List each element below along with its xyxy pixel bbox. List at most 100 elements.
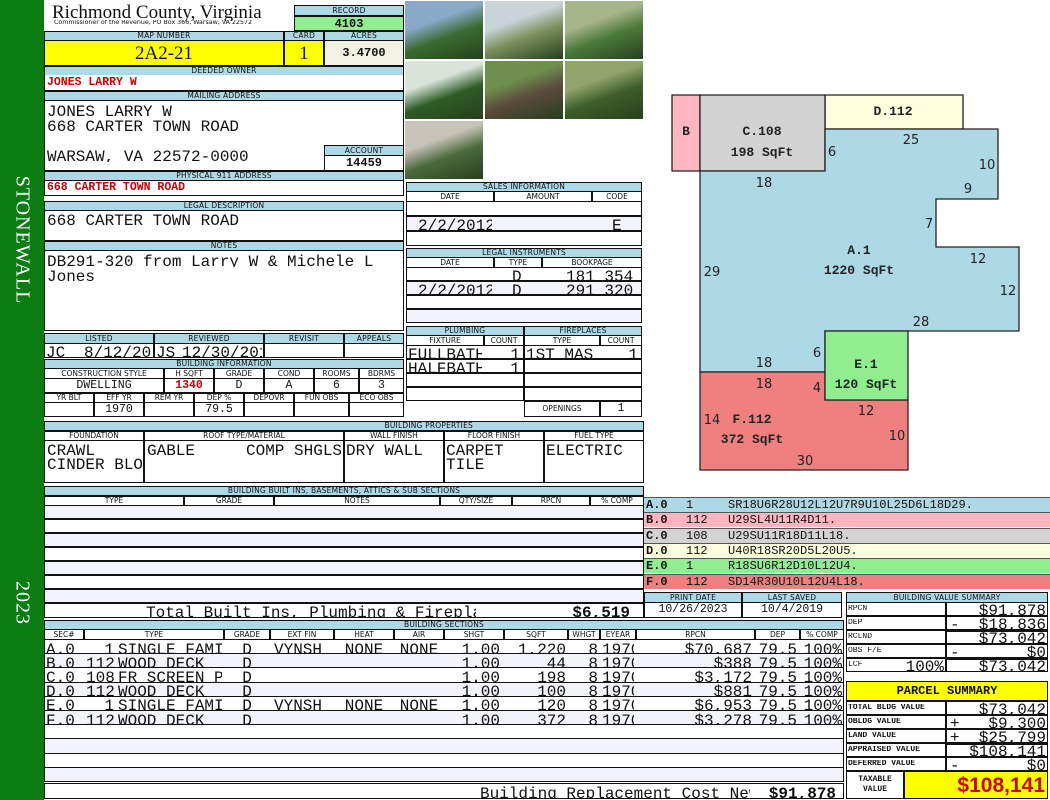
section-row[interactable] xyxy=(44,739,844,754)
parcel-summary-value: $0 xyxy=(1026,758,1046,770)
sketch-dimension: 18 xyxy=(756,356,773,371)
builtins-row[interactable] xyxy=(44,589,644,603)
builtins-row[interactable] xyxy=(44,561,644,575)
section-cell: 8 xyxy=(588,669,598,682)
section-cell: 79.5 xyxy=(758,698,797,711)
sketch-area-label: D.112 xyxy=(873,104,912,119)
parcel-summary-sign xyxy=(950,702,966,714)
sketch-dimension: 9 xyxy=(964,182,972,197)
fireplace-type xyxy=(526,389,598,401)
mailing-address-line xyxy=(47,134,317,147)
building-info-value xyxy=(244,402,294,417)
reviewed-date: 12/30/2013 xyxy=(182,345,262,357)
plumbing-count: 1 xyxy=(510,347,520,359)
builtins-row[interactable] xyxy=(44,519,644,533)
building-info-value: DWELLING xyxy=(44,378,164,393)
value-summary-value: $73,042 xyxy=(978,659,1046,671)
property-photo[interactable] xyxy=(404,60,484,120)
section-cell xyxy=(396,713,442,725)
section-cell: WOOD DECK xyxy=(118,655,205,668)
section-cell: D xyxy=(242,641,252,654)
section-cell: SINGLE FAMILY xyxy=(118,698,222,711)
section-cell xyxy=(396,670,442,682)
value-summary-row-label: LCF xyxy=(848,661,863,669)
section-cell: 100% xyxy=(803,641,842,654)
property-photo[interactable] xyxy=(484,60,564,120)
value-summary-sign: - xyxy=(950,645,960,657)
sketch-dimension: 18 xyxy=(756,176,773,191)
value-summary-value: $18,836 xyxy=(978,617,1046,629)
plumbing-fixture xyxy=(408,389,482,401)
parcel-summary-value: $73,042 xyxy=(978,702,1046,714)
section-cell xyxy=(336,670,392,682)
sale-date xyxy=(418,233,492,245)
sketch-dimension: 12 xyxy=(1000,284,1017,299)
property-photo[interactable] xyxy=(564,0,644,60)
sketch-vector: U29SU11R18D11L18. xyxy=(728,529,851,542)
sketch-dimension: 6 xyxy=(813,346,821,361)
section-cell: 100% xyxy=(803,669,842,682)
section-cell: WOOD DECK xyxy=(118,684,205,697)
section-cell: WOOD DECK xyxy=(118,712,205,725)
sketch-dimension: 10 xyxy=(889,429,906,444)
builtins-row[interactable] xyxy=(44,533,644,547)
sketch-section: A.0 xyxy=(646,499,668,511)
section-row[interactable] xyxy=(44,767,844,782)
print-date: 10/26/2023 xyxy=(644,602,742,618)
builtins-row[interactable] xyxy=(44,575,644,589)
notes-line: Jones xyxy=(47,269,96,282)
section-cell: 1.00 xyxy=(461,698,500,711)
section-cell: SINGLE FAMILY xyxy=(118,641,222,654)
section-cell: NONE xyxy=(344,698,384,711)
fireplace-count xyxy=(600,361,638,373)
notes-line: DB291-320 from Larry W & Michele L xyxy=(47,254,374,267)
value-summary-value: $0 xyxy=(1026,645,1046,657)
property-photo[interactable] xyxy=(404,0,484,60)
building-info-value: 1340 xyxy=(164,378,214,393)
sections-header: SEC# xyxy=(44,629,84,640)
property-photo[interactable] xyxy=(484,0,564,60)
sketch-dimension: 6 xyxy=(828,145,836,160)
sale-date xyxy=(418,203,492,215)
sketch-dimension: 7 xyxy=(925,217,933,232)
section-cell: 79.5 xyxy=(758,712,797,725)
legal-description: 668 CARTER TOWN ROAD xyxy=(47,213,240,226)
section-row[interactable] xyxy=(44,725,844,740)
foundation-value: CINDER BLOCK xyxy=(47,457,142,470)
section-cell: 1.00 xyxy=(461,669,500,682)
instrument-date xyxy=(418,269,492,281)
section-cell: C.0 xyxy=(46,669,75,682)
parcel-summary-sign xyxy=(950,744,966,756)
instrument-bookpage xyxy=(566,297,640,309)
property-photo[interactable] xyxy=(404,120,484,180)
section-row[interactable] xyxy=(44,753,844,768)
builtins-row[interactable] xyxy=(44,547,644,561)
sale-date: 2/2/2012 xyxy=(418,218,492,230)
section-cell: $881 xyxy=(713,684,752,697)
fireplace-count xyxy=(600,375,638,387)
building-info-value: D xyxy=(214,378,264,393)
sketch-dimension: 28 xyxy=(913,315,930,330)
sketch-area-d xyxy=(824,94,964,130)
sketch-area-sqft: 198 SqFt xyxy=(731,145,793,160)
property-photo[interactable] xyxy=(564,60,644,120)
section-cell: 8 xyxy=(588,712,598,725)
parcel-summary-row-label: LAND VALUE xyxy=(848,732,897,740)
parcel-summary-row-label: OBLDG VALUE xyxy=(848,718,901,726)
builtins-row[interactable] xyxy=(44,505,644,519)
parcel-summary-value: $9,300 xyxy=(988,716,1046,728)
plumbing-count: 1 xyxy=(510,361,520,373)
section-cell: F.0 xyxy=(46,712,75,725)
value-summary-sign: - xyxy=(950,617,960,629)
sketch-dimension: 12 xyxy=(858,404,875,419)
section-cell xyxy=(274,684,332,696)
mailing-address-line: JONES LARRY W xyxy=(47,104,172,117)
section-cell: D xyxy=(242,669,252,682)
section-cell: D xyxy=(242,655,252,668)
plumbing-fixture xyxy=(408,375,482,387)
instrument-date xyxy=(418,297,492,309)
deeded-owner: JONES LARRY W xyxy=(44,75,404,91)
county-title: Richmond County, Virginia xyxy=(52,3,262,21)
card-number: 1 xyxy=(284,40,324,66)
parcel-summary-sign: + xyxy=(950,716,960,728)
